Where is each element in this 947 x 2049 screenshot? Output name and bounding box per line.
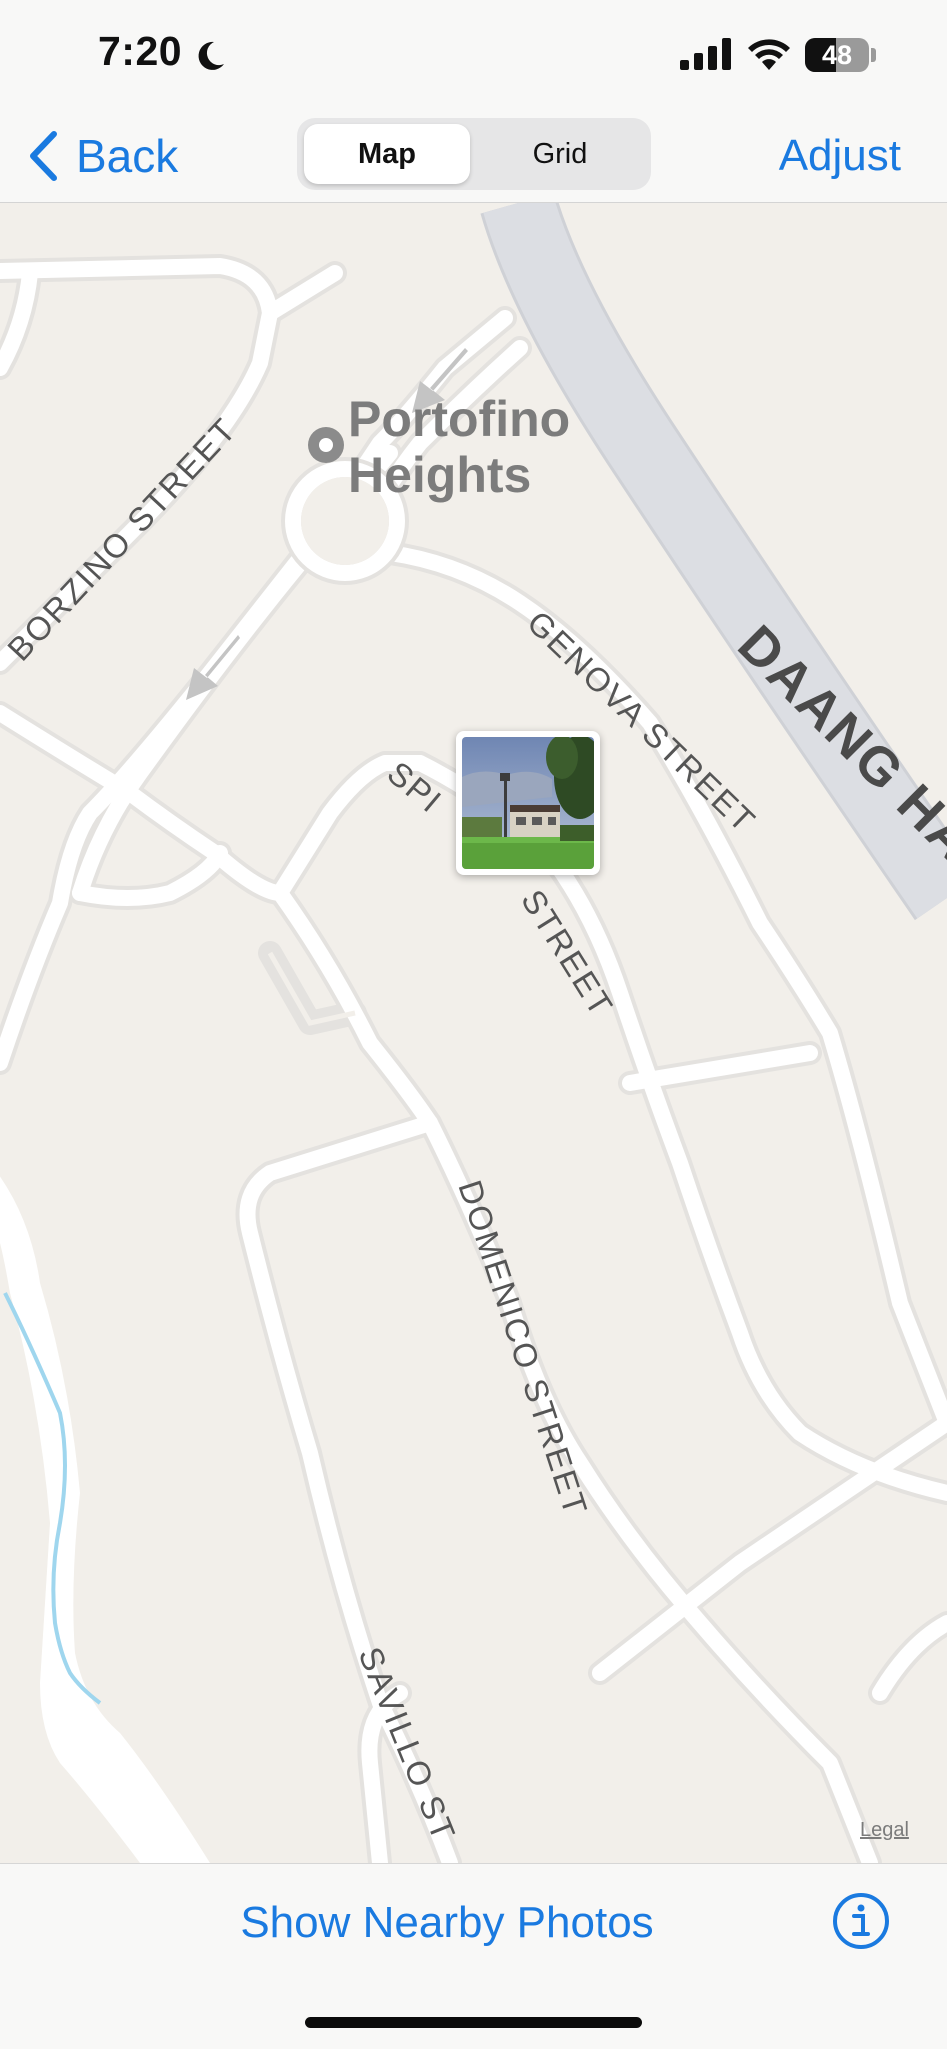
photo-thumbnail-image bbox=[462, 737, 594, 869]
navigation-bar: Back Map Grid Adjust bbox=[0, 110, 947, 203]
back-button[interactable]: Back bbox=[28, 126, 178, 186]
map-view[interactable]: Portofino Heights BORZINO STREET GENOVA … bbox=[0, 203, 947, 1863]
chevron-left-icon bbox=[30, 131, 57, 181]
poi-name-line1: Portofino bbox=[348, 391, 570, 447]
photo-thumbnail-pin[interactable] bbox=[456, 731, 600, 875]
map-canvas: Portofino Heights BORZINO STREET GENOVA … bbox=[0, 203, 947, 1863]
show-nearby-photos-button[interactable]: Show Nearby Photos bbox=[0, 1898, 894, 1948]
status-bar: 7:20 48 bbox=[0, 0, 947, 110]
home-indicator[interactable] bbox=[305, 2017, 642, 2028]
info-icon[interactable] bbox=[832, 1892, 890, 1950]
battery-tip bbox=[871, 48, 876, 62]
legal-link[interactable]: Legal bbox=[860, 1819, 909, 1842]
battery-level: 48 bbox=[821, 40, 853, 70]
wifi-icon bbox=[748, 39, 790, 70]
river bbox=[0, 1176, 210, 1863]
cellular-signal-icon bbox=[680, 38, 731, 70]
segment-grid[interactable]: Grid bbox=[477, 124, 643, 184]
adjust-button[interactable]: Adjust bbox=[779, 126, 901, 186]
segment-map[interactable]: Map bbox=[304, 124, 470, 184]
battery-icon: 48 bbox=[805, 38, 869, 72]
bottom-toolbar: Show Nearby Photos bbox=[0, 1863, 947, 2049]
status-time: 7:20 bbox=[98, 28, 183, 74]
poi-name-line2: Heights bbox=[348, 447, 531, 503]
poi-marker-icon bbox=[308, 427, 344, 463]
street-label-domenico: DOMENICO STREET bbox=[451, 1176, 595, 1521]
street-label-borzino: BORZINO STREET bbox=[0, 410, 244, 668]
moon-icon bbox=[198, 41, 224, 70]
back-label: Back bbox=[76, 130, 179, 182]
view-segmented-control: Map Grid bbox=[297, 118, 651, 190]
